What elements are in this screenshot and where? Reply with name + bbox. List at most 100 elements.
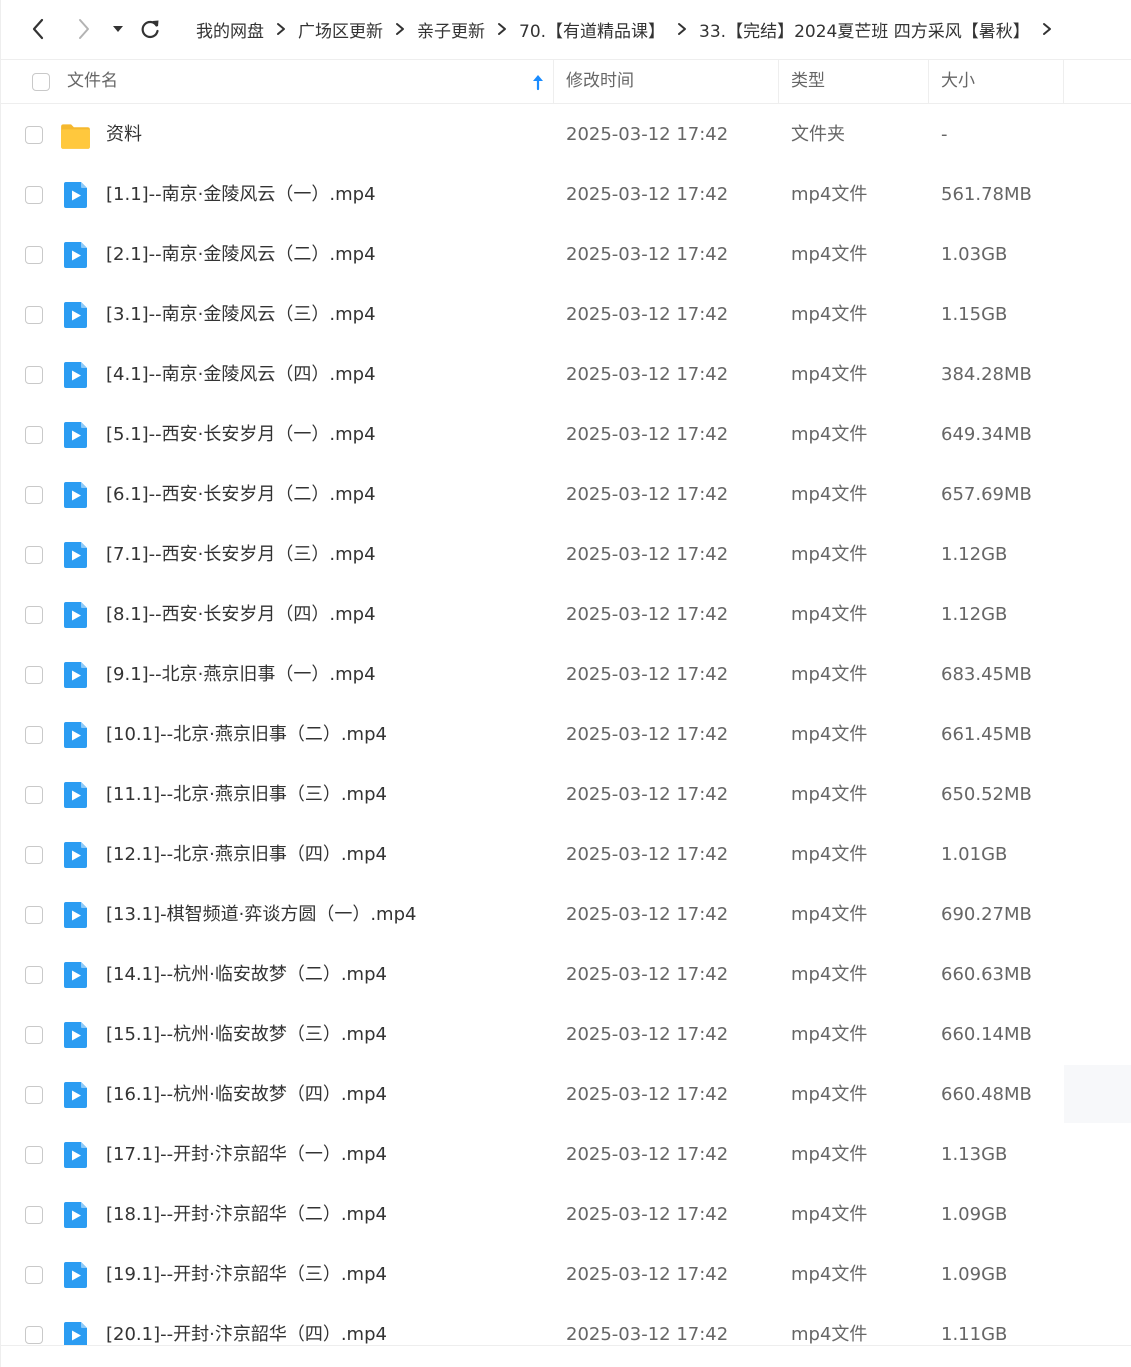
row-checkbox[interactable] [25,1206,43,1224]
file-name[interactable]: [5.1]--西安·长安岁月（一）.mp4 [106,405,376,465]
file-name[interactable]: [1.1]--南京·金陵风云（一）.mp4 [106,165,376,225]
file-modified-time: 2025-03-12 17:42 [566,664,729,685]
file-row[interactable]: [3.1]--南京·金陵风云（三）.mp4 2025-03-12 17:42 m… [1,285,1131,345]
file-name[interactable]: [19.1]--开封·汴京韶华（三）.mp4 [106,1245,387,1305]
row-checkbox[interactable] [25,846,43,864]
column-divider[interactable] [553,60,554,103]
file-row[interactable]: [9.1]--北京·燕京旧事（一）.mp4 2025-03-12 17:42 m… [1,645,1131,705]
file-row[interactable]: [1.1]--南京·金陵风云（一）.mp4 2025-03-12 17:42 m… [1,165,1131,225]
column-header-size[interactable]: 大小 [941,60,975,103]
file-row[interactable]: [15.1]--杭州·临安故梦（三）.mp4 2025-03-12 17:42 … [1,1005,1131,1065]
file-type: mp4文件 [791,1144,868,1165]
file-name[interactable]: [6.1]--西安·长安岁月（二）.mp4 [106,465,376,525]
breadcrumb-item-my-disk[interactable]: 我的网盘 [196,17,264,42]
column-divider[interactable] [778,60,779,103]
forward-button[interactable] [69,14,99,44]
file-row[interactable]: [11.1]--北京·燕京旧事（三）.mp4 2025-03-12 17:42 … [1,765,1131,825]
file-name[interactable]: [12.1]--北京·燕京旧事（四）.mp4 [106,825,387,885]
file-name[interactable]: 资料 [106,105,142,165]
file-name[interactable]: [10.1]--北京·燕京旧事（二）.mp4 [106,705,387,765]
file-row[interactable]: [8.1]--西安·长安岁月（四）.mp4 2025-03-12 17:42 m… [1,585,1131,645]
file-row[interactable]: [5.1]--西安·长安岁月（一）.mp4 2025-03-12 17:42 m… [1,405,1131,465]
history-dropdown-button[interactable] [104,14,132,44]
file-name[interactable]: [20.1]--开封·汴京韶华（四）.mp4 [106,1305,387,1345]
file-modified-time: 2025-03-12 17:42 [566,604,729,625]
file-row[interactable]: [10.1]--北京·燕京旧事（二）.mp4 2025-03-12 17:42 … [1,705,1131,765]
breadcrumb-item-current-folder[interactable]: 33.【完结】2024夏芒班 四方采风【暑秋】 [699,17,1030,42]
back-button[interactable] [23,14,53,44]
row-checkbox[interactable] [25,1086,43,1104]
file-row[interactable]: [4.1]--南京·金陵风云（四）.mp4 2025-03-12 17:42 m… [1,345,1131,405]
video-file-icon [64,782,87,808]
row-checkbox[interactable] [25,306,43,324]
video-file-icon [64,902,87,928]
file-name[interactable]: [9.1]--北京·燕京旧事（一）.mp4 [106,645,376,705]
row-checkbox[interactable] [25,906,43,924]
file-name[interactable]: [4.1]--南京·金陵风云（四）.mp4 [106,345,376,405]
row-checkbox[interactable] [25,1266,43,1284]
column-header-name[interactable]: 文件名 [67,60,118,103]
folder-icon [61,124,90,149]
file-name[interactable]: [17.1]--开封·汴京韶华（一）.mp4 [106,1125,387,1185]
file-row[interactable]: [13.1]-棋智频道·弈谈方圆（一）.mp4 2025-03-12 17:42… [1,885,1131,945]
file-row[interactable]: [18.1]--开封·汴京韶华（二）.mp4 2025-03-12 17:42 … [1,1185,1131,1245]
file-name[interactable]: [3.1]--南京·金陵风云（三）.mp4 [106,285,376,345]
breadcrumb-item-square-updates[interactable]: 广场区更新 [298,17,383,42]
file-modified-time: 2025-03-12 17:42 [566,1024,729,1045]
file-size: 1.15GB [941,304,1008,325]
file-row[interactable]: 资料 2025-03-12 17:42 文件夹 - [1,105,1131,165]
sort-ascending-icon[interactable] [531,73,545,91]
column-header-type[interactable]: 类型 [791,60,825,103]
file-row[interactable]: [12.1]--北京·燕京旧事（四）.mp4 2025-03-12 17:42 … [1,825,1131,885]
select-all-checkbox[interactable] [32,73,50,91]
file-size: 1.09GB [941,1204,1008,1225]
file-modified-time: 2025-03-12 17:42 [566,304,729,325]
file-size: 650.52MB [941,784,1032,805]
row-checkbox[interactable] [25,666,43,684]
file-row[interactable]: [16.1]--杭州·临安故梦（四）.mp4 2025-03-12 17:42 … [1,1065,1131,1125]
row-checkbox[interactable] [25,366,43,384]
file-name[interactable]: [11.1]--北京·燕京旧事（三）.mp4 [106,765,387,825]
file-name[interactable]: [13.1]-棋智频道·弈谈方圆（一）.mp4 [106,885,416,945]
column-divider[interactable] [1063,60,1064,103]
row-checkbox[interactable] [25,186,43,204]
breadcrumb-item-parenting-updates[interactable]: 亲子更新 [417,17,485,42]
row-checkbox[interactable] [25,126,43,144]
file-name[interactable]: [2.1]--南京·金陵风云（二）.mp4 [106,225,376,285]
file-row[interactable]: [17.1]--开封·汴京韶华（一）.mp4 2025-03-12 17:42 … [1,1125,1131,1185]
video-file-icon [64,482,87,508]
row-checkbox[interactable] [25,726,43,744]
breadcrumb-item-youdao-course[interactable]: 70.【有道精品课】 [519,17,665,42]
file-name[interactable]: [18.1]--开封·汴京韶华（二）.mp4 [106,1185,387,1245]
breadcrumb-separator-icon [383,19,417,39]
column-divider[interactable] [928,60,929,103]
file-name[interactable]: [16.1]--杭州·临安故梦（四）.mp4 [106,1065,387,1125]
row-checkbox[interactable] [25,426,43,444]
breadcrumb-more-icon[interactable] [1030,19,1064,39]
breadcrumb-separator-icon [485,19,519,39]
refresh-button[interactable] [135,14,165,44]
file-row[interactable]: [2.1]--南京·金陵风云（二）.mp4 2025-03-12 17:42 m… [1,225,1131,285]
row-checkbox[interactable] [25,1146,43,1164]
row-checkbox[interactable] [25,606,43,624]
file-name[interactable]: [15.1]--杭州·临安故梦（三）.mp4 [106,1005,387,1065]
file-row[interactable]: [7.1]--西安·长安岁月（三）.mp4 2025-03-12 17:42 m… [1,525,1131,585]
row-checkbox[interactable] [25,966,43,984]
row-checkbox[interactable] [25,1026,43,1044]
row-checkbox[interactable] [25,786,43,804]
row-checkbox[interactable] [25,1326,43,1344]
file-row[interactable]: [6.1]--西安·长安岁月（二）.mp4 2025-03-12 17:42 m… [1,465,1131,525]
row-checkbox[interactable] [25,546,43,564]
column-header-time[interactable]: 修改时间 [566,60,634,103]
file-type: mp4文件 [791,784,868,805]
file-row[interactable]: [14.1]--杭州·临安故梦（二）.mp4 2025-03-12 17:42 … [1,945,1131,1005]
file-row[interactable]: [20.1]--开封·汴京韶华（四）.mp4 2025-03-12 17:42 … [1,1305,1131,1345]
file-row[interactable]: [19.1]--开封·汴京韶华（三）.mp4 2025-03-12 17:42 … [1,1245,1131,1305]
row-checkbox[interactable] [25,246,43,264]
file-name[interactable]: [8.1]--西安·长安岁月（四）.mp4 [106,585,376,645]
file-name[interactable]: [14.1]--杭州·临安故梦（二）.mp4 [106,945,387,1005]
file-name[interactable]: [7.1]--西安·长安岁月（三）.mp4 [106,525,376,585]
file-type: mp4文件 [791,364,868,385]
file-list: 资料 2025-03-12 17:42 文件夹 - [1.1]--南京·金陵风云… [1,105,1131,1345]
row-checkbox[interactable] [25,486,43,504]
